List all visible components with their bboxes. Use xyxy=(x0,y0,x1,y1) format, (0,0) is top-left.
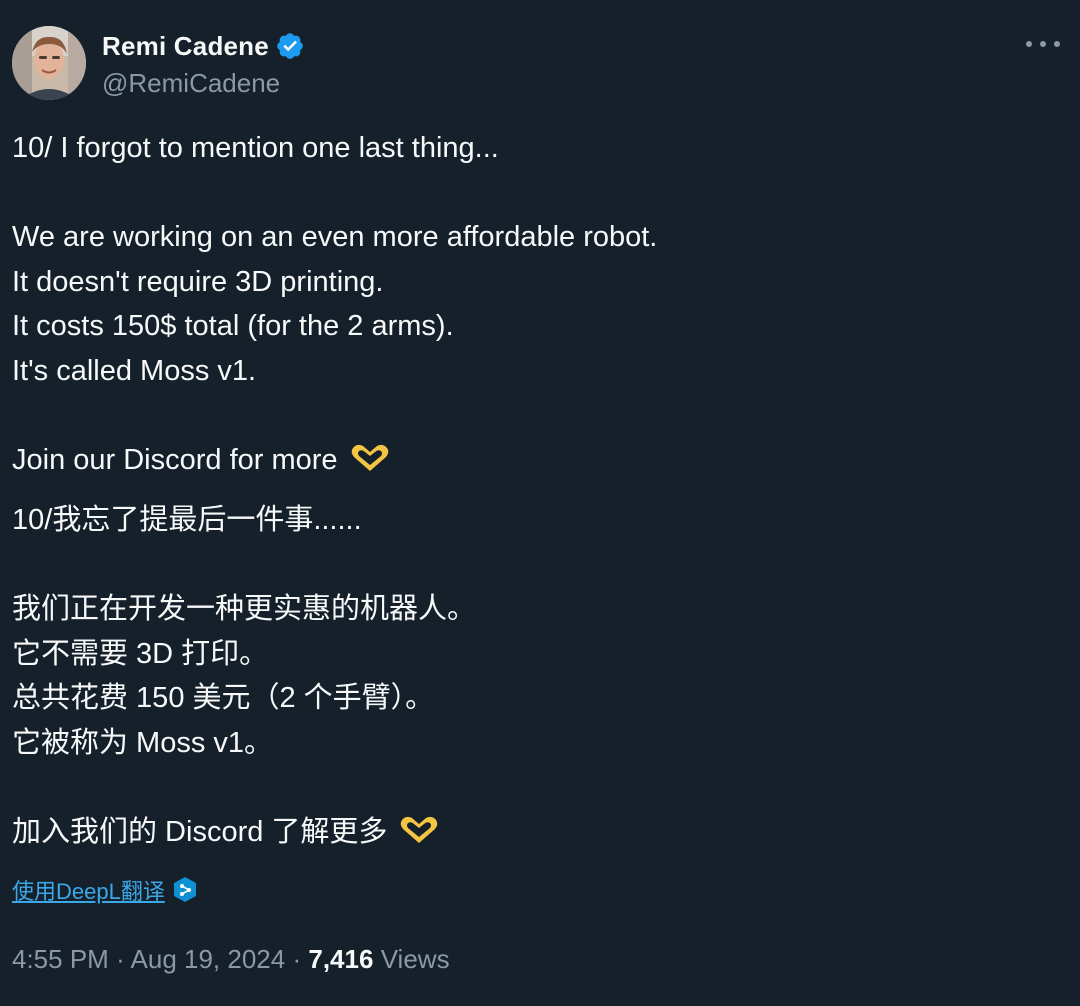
tweet-time[interactable]: 4:55 PM xyxy=(12,944,109,974)
tweet-line: 10/我忘了提最后一件事...... xyxy=(12,504,362,536)
tweet-header: Remi Cadene @RemiCadene xyxy=(12,26,1068,102)
translate-link[interactable]: 使用DeepL翻译 xyxy=(12,874,165,906)
heart-hands-emoji-icon xyxy=(401,816,438,843)
tweet-line-with-emoji: 加入我们的 Discord 了解更多 xyxy=(12,810,1062,855)
tweet-meta: 4:55 PM · Aug 19, 2024 · 7,416 Views xyxy=(12,944,450,975)
tweet-line: It's called Moss v1. xyxy=(12,354,257,387)
tweet-line: It costs 150$ total (for the 2 arms). xyxy=(12,310,454,342)
tweet-line: 10/ I forgot to mention one last thing..… xyxy=(12,132,499,164)
name-row: Remi Cadene xyxy=(102,28,305,64)
more-dot xyxy=(1040,41,1046,47)
tweet-line: 它不需要 3D 打印。 xyxy=(12,637,269,670)
display-name[interactable]: Remi Cadene xyxy=(102,31,269,62)
verified-badge-icon[interactable] xyxy=(275,31,305,61)
meta-separator: · xyxy=(292,944,302,974)
deepl-icon[interactable] xyxy=(173,876,197,904)
tweet-date[interactable]: Aug 19, 2024 xyxy=(131,944,286,974)
tweet-line: We are working on an even more affordabl… xyxy=(12,221,658,253)
tweet-line: It doesn't require 3D printing. xyxy=(12,265,384,298)
meta-separator: · xyxy=(116,944,125,974)
tweet-line-text: 加入我们的 Discord 了解更多 xyxy=(12,815,388,848)
tweet-card: Remi Cadene @RemiCadene 10/ I forgot to … xyxy=(0,0,1080,1006)
tweet-line: 它被称为 Moss v1。 xyxy=(12,726,274,759)
more-dot xyxy=(1026,41,1032,47)
author-block: Remi Cadene @RemiCadene xyxy=(102,28,305,99)
views-count: 7,416 xyxy=(308,944,374,974)
translate-row: 使用DeepL翻译 xyxy=(12,874,197,906)
tweet-line-with-emoji: Join our Discord for more xyxy=(12,438,1062,483)
avatar[interactable] xyxy=(12,26,86,100)
tweet-line: 总共花费 150 美元（2 个手臂）。 xyxy=(12,682,435,714)
more-dots-icon[interactable] xyxy=(1026,32,1060,56)
avatar-image xyxy=(12,26,86,100)
heart-hands-emoji-icon xyxy=(351,444,388,471)
views-label: Views xyxy=(380,944,450,974)
tweet-line-text: Join our Discord for more xyxy=(12,443,338,476)
handle[interactable]: @RemiCadene xyxy=(102,68,305,99)
tweet-line: 我们正在开发一种更实惠的机器人。 xyxy=(12,593,477,625)
more-dot xyxy=(1054,41,1060,47)
tweet-text: 10/ I forgot to mention one last thing..… xyxy=(12,126,1062,854)
